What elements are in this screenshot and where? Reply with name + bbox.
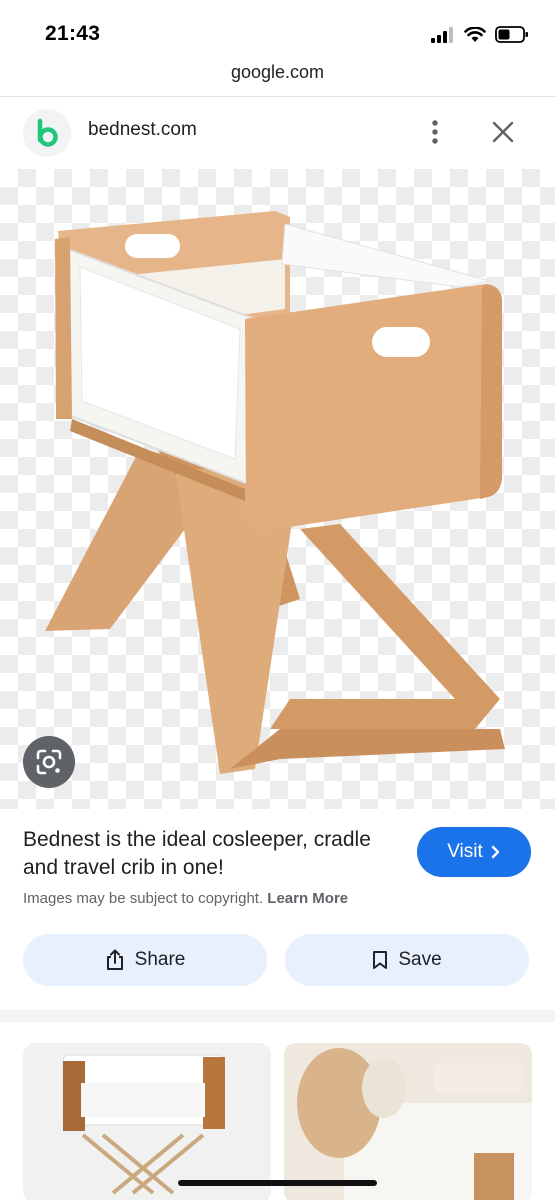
share-label: Share <box>134 949 186 970</box>
close-icon <box>492 121 514 143</box>
bedside-crib-illustration <box>45 211 505 774</box>
google-lens-button[interactable] <box>23 736 75 788</box>
related-room-illustration <box>284 1043 532 1200</box>
google-lens-icon <box>36 749 62 775</box>
result-title[interactable]: Bednest is the ideal cosleeper, cradle a… <box>23 826 393 882</box>
more-options-button[interactable] <box>418 115 452 149</box>
copyright-notice: Images may be subject to copyright. Lear… <box>23 890 348 907</box>
product-image[interactable] <box>0 169 555 809</box>
bednest-logo-icon <box>37 118 58 147</box>
site-name[interactable]: bednest.com <box>88 119 197 141</box>
more-vert-icon <box>432 120 438 144</box>
site-header: bednest.com <box>0 97 555 169</box>
site-logo[interactable] <box>23 109 71 157</box>
visit-label: Visit <box>447 841 483 862</box>
close-button[interactable] <box>486 115 520 149</box>
share-icon <box>106 949 123 970</box>
visit-button[interactable]: Visit <box>417 827 531 877</box>
learn-more-link[interactable]: Learn More <box>267 890 348 907</box>
battery-icon <box>495 26 528 43</box>
save-button[interactable]: Save <box>285 934 529 986</box>
related-image-thumbnail[interactable] <box>284 1043 532 1200</box>
section-divider <box>0 1010 555 1022</box>
url-bar[interactable]: google.com <box>0 62 555 96</box>
bookmark-icon <box>373 951 388 969</box>
signal-icon <box>431 26 453 43</box>
related-crib-illustration <box>62 1054 225 1195</box>
chevron-right-icon <box>491 845 499 859</box>
home-indicator <box>178 1180 377 1186</box>
share-button[interactable]: Share <box>23 934 267 986</box>
status-bar: 21:43 <box>0 0 555 62</box>
status-icons <box>431 26 529 43</box>
wifi-icon <box>464 26 486 42</box>
save-label: Save <box>398 949 442 970</box>
status-time: 21:43 <box>45 22 101 45</box>
related-image-thumbnail[interactable] <box>23 1043 271 1200</box>
copyright-text: Images may be subject to copyright. <box>23 890 264 907</box>
